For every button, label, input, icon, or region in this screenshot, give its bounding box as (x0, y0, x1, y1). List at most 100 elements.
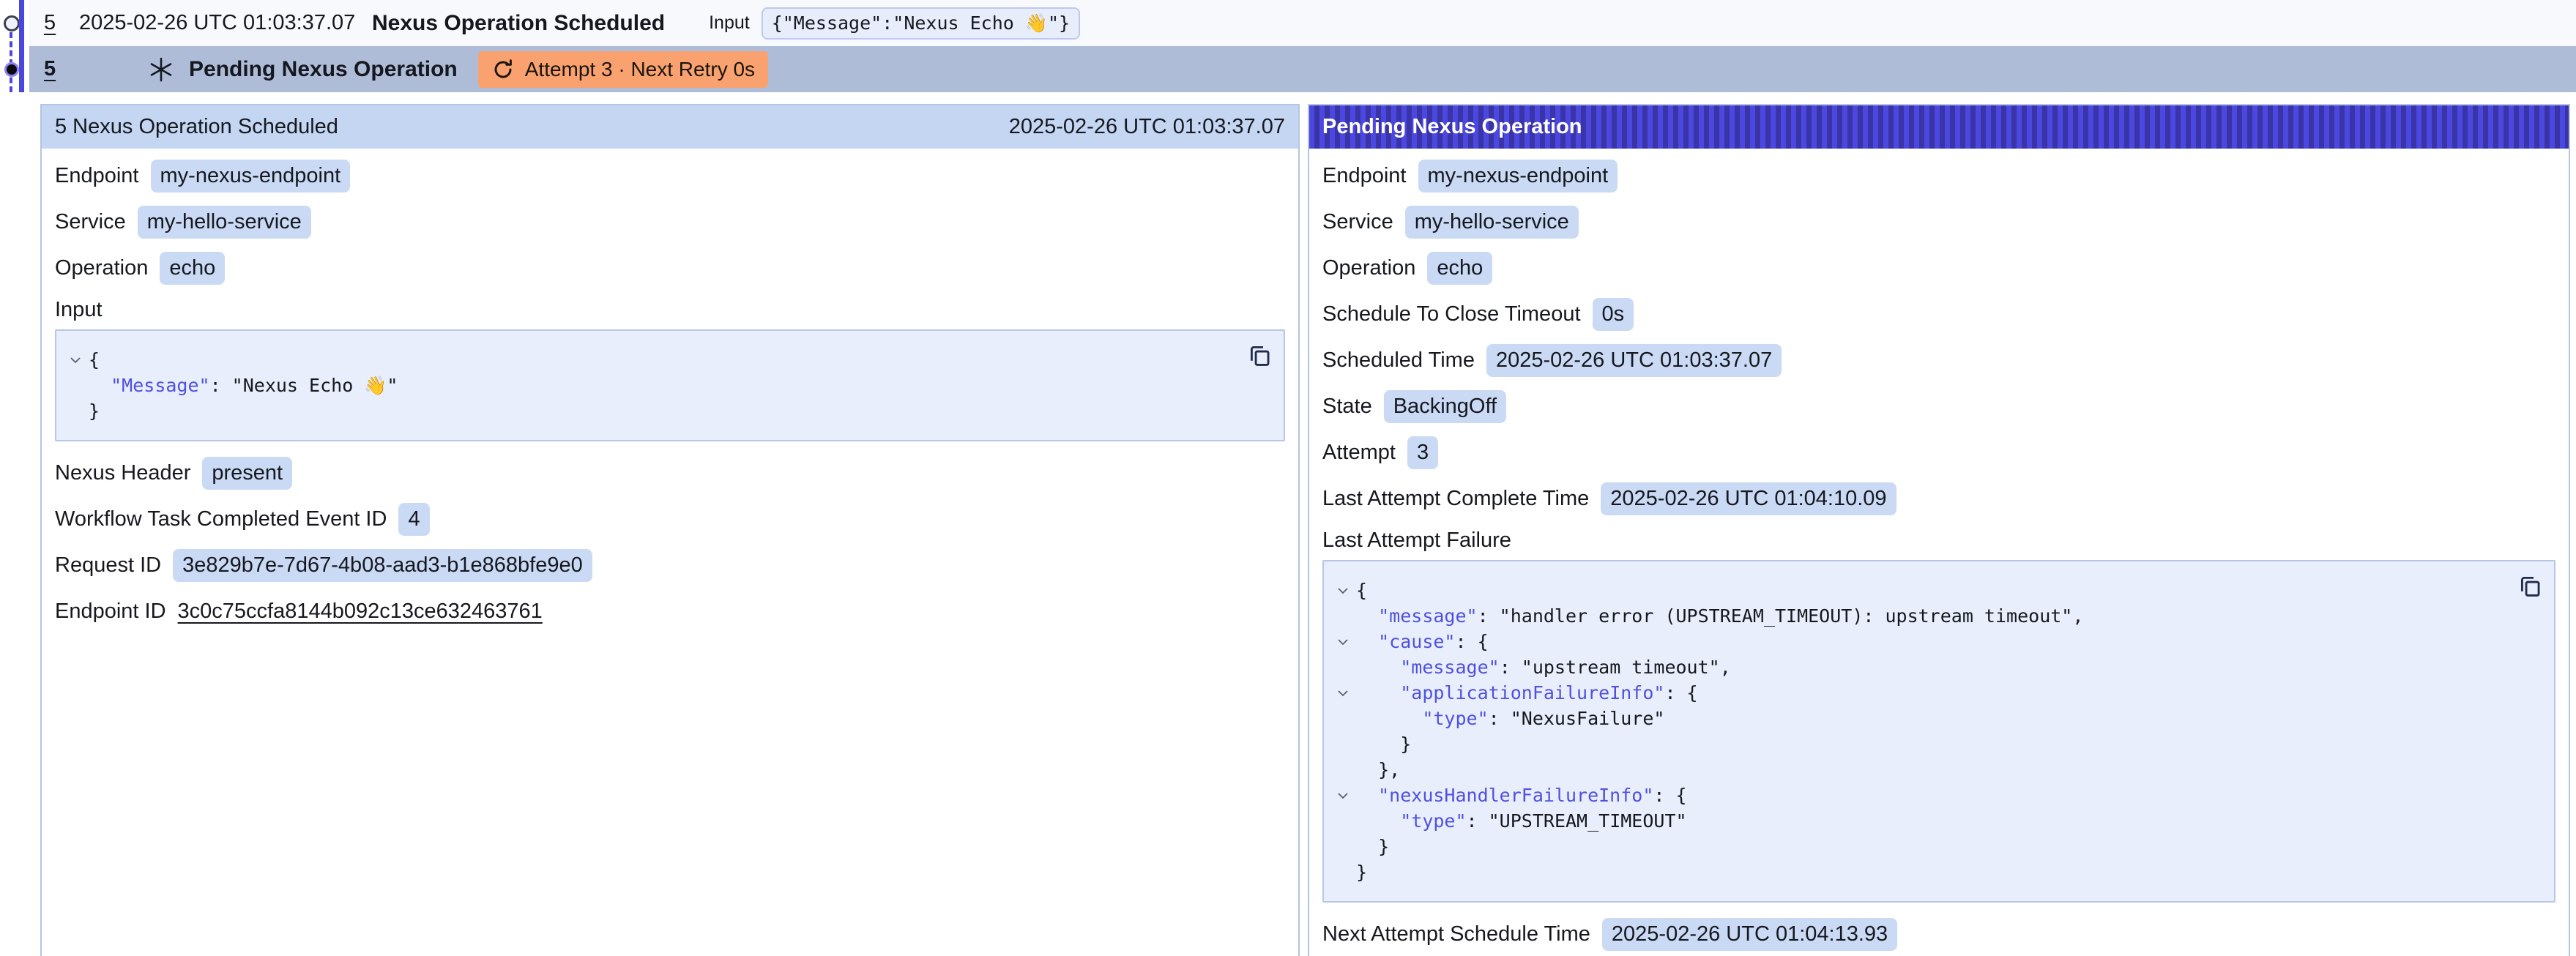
field-value-badge: 2025-02-26 UTC 01:04:13.93 (1602, 918, 1897, 951)
input-section-label: Input (55, 291, 1285, 328)
event-panel-body: Endpoint my-nexus-endpoint Service my-he… (42, 149, 1298, 652)
failure-code-block: { "message": "handler error (UPSTREAM_TI… (1322, 560, 2555, 903)
field-label: Endpoint (1322, 164, 1407, 188)
field-label: Operation (1322, 256, 1415, 280)
pending-operation-panel: Pending Nexus Operation Endpoint my-nexu… (1308, 104, 2570, 956)
field-label: State (1322, 395, 1372, 419)
field-label: Next Attempt Schedule Time (1322, 922, 1590, 946)
json-line: "applicationFailureInfo": { (1330, 680, 2510, 706)
field-value-badge: my-nexus-endpoint (151, 160, 351, 193)
field-value-badge: 0s (1593, 298, 1634, 331)
copy-icon (2517, 573, 2542, 598)
field-row-endpoint: Endpoint my-nexus-endpoint (55, 153, 1285, 199)
field-label: Attempt (1322, 441, 1396, 465)
field-label: Request ID (55, 553, 161, 578)
event-details-panel: 5 Nexus Operation Scheduled 2025-02-26 U… (40, 104, 1300, 956)
field-value-badge: 3e829b7e-7d67-4b08-aad3-b1e868bfe9e0 (173, 549, 592, 582)
json-line: }, (1330, 757, 2510, 783)
field-value-badge: my-hello-service (1405, 206, 1579, 239)
field-label: Service (55, 210, 126, 234)
event-name: Nexus Operation Scheduled (372, 11, 665, 36)
field-label: Last Attempt Complete Time (1322, 487, 1589, 511)
field-row-wft-completed-event-id: Workflow Task Completed Event ID 4 (55, 496, 1285, 542)
attempt-badge: Attempt 3 · Next Retry 0s (478, 51, 768, 88)
field-row-schedule-to-close-timeout: Schedule To Close Timeout 0s (1322, 291, 2555, 337)
field-label: Operation (55, 256, 148, 280)
event-panel-timestamp: 2025-02-26 UTC 01:03:37.07 (1009, 115, 1285, 139)
collapse-chevron-icon[interactable] (1330, 587, 1356, 594)
field-row-service: Service my-hello-service (1322, 199, 2555, 245)
field-row-state: State BackingOff (1322, 384, 2555, 430)
copy-icon (1247, 343, 1272, 367)
field-value-badge: 3 (1407, 436, 1438, 469)
field-label: Nexus Header (55, 461, 190, 485)
json-line: } (1330, 731, 2510, 757)
field-row-nexus-header: Nexus Header present (55, 450, 1285, 496)
field-row-scheduled-time: Scheduled Time 2025-02-26 UTC 01:03:37.0… (1322, 337, 2555, 384)
field-label: Scheduled Time (1322, 348, 1475, 373)
timeline-marker-current-icon (4, 62, 19, 77)
copy-button[interactable] (2517, 573, 2542, 598)
pending-asterisk-icon (148, 56, 174, 83)
pending-panel-header: Pending Nexus Operation (1309, 105, 2569, 149)
field-value-badge: present (202, 457, 292, 490)
field-row-endpoint: Endpoint my-nexus-endpoint (1322, 153, 2555, 199)
event-panel-title: 5 Nexus Operation Scheduled (55, 115, 338, 139)
json-line: "nexusHandlerFailureInfo": { (1330, 783, 2510, 808)
attempt-badge-text: Attempt 3 · Next Retry 0s (525, 58, 755, 81)
field-value-badge: 4 (398, 503, 429, 536)
field-row-service: Service my-hello-service (55, 199, 1285, 245)
json-line: { (1330, 578, 2510, 603)
temporal-event-history-screen: 5 2025-02-26 UTC 01:03:37.07 Nexus Opera… (0, 0, 2576, 956)
field-value-badge: echo (1427, 252, 1492, 285)
collapse-chevron-icon[interactable] (62, 356, 89, 364)
json-line: "message": "upstream timeout", (1330, 654, 2510, 680)
field-value-badge: my-hello-service (138, 206, 311, 239)
timeline-marker-scheduled-icon (4, 15, 20, 31)
event-row-pending[interactable]: 5 Pending Nexus Operation Attempt 3 · Ne… (29, 46, 2576, 92)
input-code-block: { "Message": "Nexus Echo 👋" } (55, 329, 1285, 441)
json-line: "cause": { (1330, 629, 2510, 654)
field-value-badge: BackingOff (1384, 390, 1506, 423)
field-label: Endpoint (55, 164, 139, 188)
input-preview-badge: {"Message":"Nexus Echo 👋"} (762, 7, 1080, 40)
json-line: "type": "NexusFailure" (1330, 706, 2510, 731)
selection-bar (19, 0, 24, 92)
field-label: Endpoint ID (55, 600, 166, 624)
collapse-chevron-icon[interactable] (1330, 638, 1356, 646)
field-row-attempt: Attempt 3 (1322, 430, 2555, 476)
json-line: "type": "UPSTREAM_TIMEOUT" (1330, 808, 2510, 834)
event-id-link[interactable]: 5 (44, 57, 69, 81)
field-row-operation: Operation echo (55, 245, 1285, 291)
field-row-operation: Operation echo (1322, 245, 2555, 291)
input-label: Input (709, 12, 750, 34)
endpoint-id-link[interactable]: 3c0c75ccfa8144b092c13ce632463761 (178, 600, 543, 624)
json-line: "message": "handler error (UPSTREAM_TIME… (1330, 603, 2510, 629)
collapse-chevron-icon[interactable] (1330, 690, 1356, 697)
collapse-chevron-icon[interactable] (1330, 792, 1356, 799)
field-row-next-attempt-schedule-time: Next Attempt Schedule Time 2025-02-26 UT… (1322, 911, 2555, 956)
json-line: } (62, 398, 1240, 424)
json-line: { (62, 347, 1240, 373)
failure-section-label: Last Attempt Failure (1322, 522, 2555, 559)
event-detail-panels: 5 Nexus Operation Scheduled 2025-02-26 U… (40, 104, 2570, 956)
event-row-scheduled[interactable]: 5 2025-02-26 UTC 01:03:37.07 Nexus Opera… (29, 0, 2576, 46)
field-value-badge: 2025-02-26 UTC 01:03:37.07 (1486, 344, 1782, 377)
event-id-link[interactable]: 5 (44, 11, 69, 35)
event-timeline: 5 2025-02-26 UTC 01:03:37.07 Nexus Opera… (0, 0, 2576, 92)
field-row-endpoint-id: Endpoint ID 3c0c75ccfa8144b092c13ce63246… (55, 589, 1285, 635)
field-label: Schedule To Close Timeout (1322, 302, 1581, 326)
field-row-last-attempt-complete-time: Last Attempt Complete Time 2025-02-26 UT… (1322, 476, 2555, 522)
json-line: } (1330, 859, 2510, 885)
field-value-badge: echo (160, 252, 225, 285)
field-value-badge: my-nexus-endpoint (1418, 160, 1618, 193)
field-label: Service (1322, 210, 1393, 234)
event-panel-header: 5 Nexus Operation Scheduled 2025-02-26 U… (42, 105, 1298, 149)
event-timestamp: 2025-02-26 UTC 01:03:37.07 (79, 11, 372, 35)
pending-panel-title: Pending Nexus Operation (1322, 115, 1582, 139)
field-value-badge: 2025-02-26 UTC 01:04:10.09 (1601, 482, 1896, 515)
copy-button[interactable] (1247, 343, 1272, 367)
retry-icon (491, 58, 515, 81)
event-name: Pending Nexus Operation (189, 57, 458, 82)
json-line: "Message": "Nexus Echo 👋" (62, 373, 1240, 398)
